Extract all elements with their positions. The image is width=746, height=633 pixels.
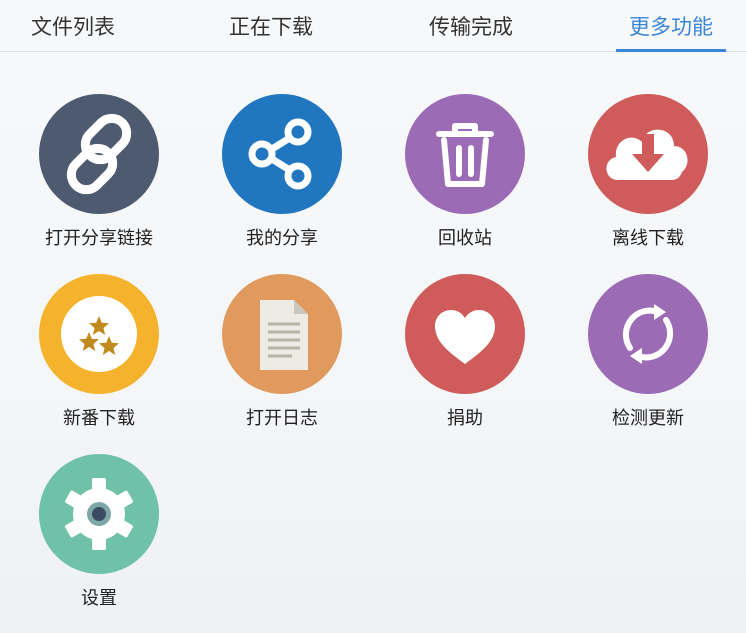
cloud-download-icon (606, 129, 688, 180)
tab-completed[interactable]: 传输完成 (416, 0, 526, 51)
feature-label: 回收站 (438, 228, 492, 249)
tab-downloading[interactable]: 正在下载 (216, 0, 326, 51)
feature-label: 设置 (81, 588, 117, 609)
feature-circle (39, 454, 159, 574)
feature-label: 检测更新 (612, 408, 684, 429)
feature-circle (588, 274, 708, 394)
refresh-icon (622, 304, 674, 364)
feature-circle (222, 274, 342, 394)
offline-download-button[interactable]: 离线下载 (573, 94, 723, 264)
feature-label: 离线下载 (612, 228, 684, 249)
recycle-bin-button[interactable]: 回收站 (390, 94, 540, 264)
trash-icon (436, 123, 494, 187)
settings-button[interactable]: 设置 (24, 454, 174, 624)
feature-circle (588, 94, 708, 214)
tab-label: 正在下载 (229, 15, 313, 39)
my-share-button[interactable]: 我的分享 (207, 94, 357, 264)
donate-button[interactable]: 捐助 (390, 274, 540, 444)
new-anime-download-button[interactable]: 新番下载 (24, 274, 174, 444)
feature-label: 打开分享链接 (45, 228, 153, 249)
tab-label: 文件列表 (31, 15, 115, 39)
feature-label: 我的分享 (246, 228, 318, 249)
feature-label: 捐助 (447, 408, 483, 429)
feature-label: 打开日志 (246, 408, 318, 429)
feature-circle (405, 94, 525, 214)
tab-more-features[interactable]: 更多功能 (616, 0, 726, 52)
tab-bar: 文件列表 正在下载 传输完成 更多功能 (0, 0, 746, 52)
feature-circle (222, 94, 342, 214)
feature-circle (39, 94, 159, 214)
feature-label: 新番下载 (63, 408, 135, 429)
stars-icon (61, 296, 137, 372)
tab-underline (616, 49, 726, 52)
feature-circle (39, 274, 159, 394)
feature-circle (405, 274, 525, 394)
share-icon (248, 118, 312, 190)
gear-icon (65, 478, 133, 550)
check-update-button[interactable]: 检测更新 (573, 274, 723, 444)
heart-icon (435, 310, 495, 364)
document-icon (260, 300, 308, 370)
open-share-link-button[interactable]: 打开分享链接 (24, 94, 174, 264)
open-log-button[interactable]: 打开日志 (207, 274, 357, 444)
tab-file-list[interactable]: 文件列表 (18, 0, 128, 51)
tab-label: 传输完成 (429, 15, 513, 39)
link-icon (66, 113, 132, 195)
tab-label: 更多功能 (629, 15, 713, 39)
